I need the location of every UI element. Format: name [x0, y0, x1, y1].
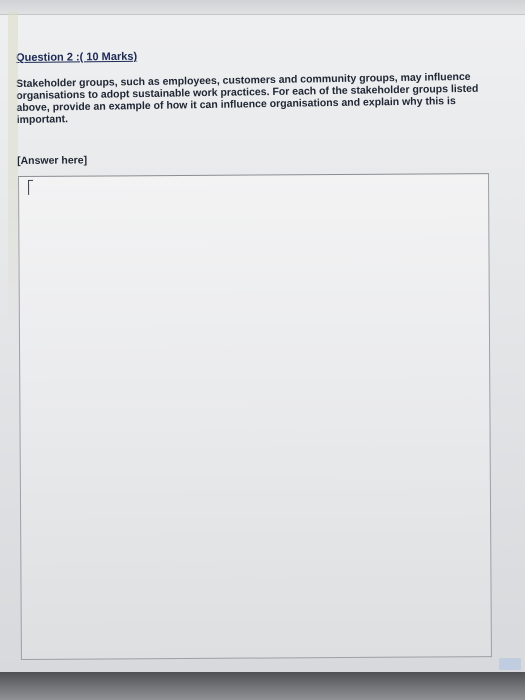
margin-strip: [8, 12, 18, 342]
window-top-bar: [0, 0, 525, 15]
answer-text-area[interactable]: [18, 173, 492, 660]
screen: Question 2 :( 10 Marks) Stakeholder grou…: [0, 0, 525, 672]
app-icon[interactable]: [499, 658, 521, 670]
answer-placeholder-label: [Answer here]: [17, 154, 88, 167]
monitor-bezel: [0, 672, 525, 700]
question-text: Stakeholder groups, such as employees, c…: [16, 70, 479, 126]
text-cursor-icon: [28, 179, 34, 195]
question-title: Question 2 :( 10 Marks): [16, 50, 138, 64]
